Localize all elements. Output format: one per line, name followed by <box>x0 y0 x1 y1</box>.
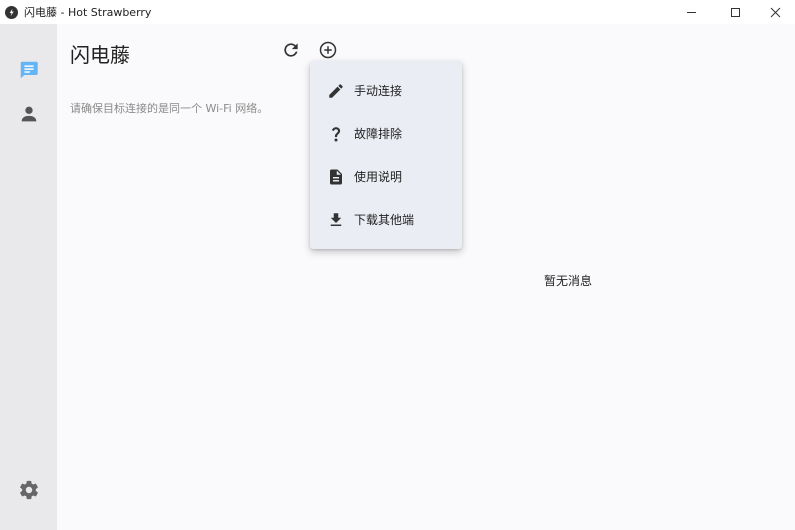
minimize-button[interactable] <box>668 0 714 24</box>
menu-item-label: 故障排除 <box>354 127 403 141</box>
document-icon <box>326 167 346 187</box>
menu-item-label: 使用说明 <box>354 170 403 184</box>
sidebar-item-contacts[interactable] <box>0 94 57 134</box>
menu-item-instructions[interactable]: 使用说明 <box>310 155 462 198</box>
menu-item-label: 下载其他端 <box>354 213 415 227</box>
minimize-icon <box>686 11 696 13</box>
download-icon <box>326 210 346 230</box>
title-bar: 闪电藤 - Hot Strawberry <box>0 0 795 24</box>
maximize-icon <box>730 7 740 17</box>
sidebar-item-settings[interactable] <box>0 470 57 510</box>
close-icon <box>770 7 780 17</box>
close-button[interactable] <box>752 0 795 24</box>
add-circle-icon <box>319 41 337 59</box>
page-title: 闪电藤 <box>70 43 130 67</box>
refresh-icon <box>284 43 298 57</box>
menu-item-troubleshoot[interactable]: 故障排除 <box>310 112 462 155</box>
question-icon <box>326 124 346 144</box>
menu-item-manual-connect[interactable]: 手动连接 <box>310 69 462 112</box>
window-title: 闪电藤 - Hot Strawberry <box>24 6 152 19</box>
pencil-icon <box>326 81 346 101</box>
add-menu: 手动连接 故障排除 使用说明 下载其他端 <box>310 61 462 249</box>
sidebar <box>0 24 57 530</box>
empty-state: 暂无消息 <box>544 274 593 288</box>
person-icon <box>21 106 36 122</box>
chat-icon <box>20 61 38 79</box>
lightning-vine-logo-icon <box>5 5 18 19</box>
wifi-hint: 请确保目标连接的是同一个 Wi-Fi 网络。 <box>70 102 269 115</box>
menu-item-download-clients[interactable]: 下载其他端 <box>310 198 462 241</box>
add-button[interactable] <box>316 38 340 62</box>
gear-icon <box>19 480 38 500</box>
sidebar-item-messages[interactable] <box>0 50 57 90</box>
menu-item-label: 手动连接 <box>354 84 403 98</box>
refresh-button[interactable] <box>279 38 303 62</box>
